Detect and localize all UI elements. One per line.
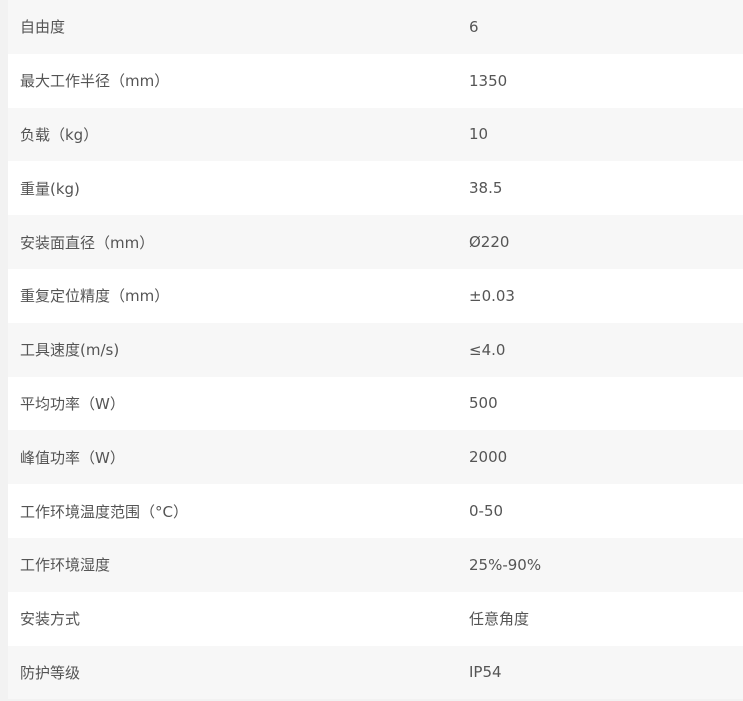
spec-label: 最大工作半径（mm） bbox=[20, 72, 170, 91]
spec-row: 负载（kg） 10 bbox=[8, 107, 743, 162]
spec-label: 安装方式 bbox=[20, 610, 81, 629]
spec-value: ±0.03 bbox=[469, 286, 515, 305]
spec-label: 负载（kg） bbox=[20, 125, 99, 144]
spec-row: 安装方式 任意角度 bbox=[8, 591, 743, 646]
spec-value: 6 bbox=[469, 17, 479, 36]
spec-label: 重复定位精度（mm） bbox=[20, 287, 170, 306]
spec-row: 平均功率（W） 500 bbox=[8, 376, 743, 431]
spec-label: 防护等级 bbox=[20, 663, 81, 682]
spec-label: 工具速度(m/s) bbox=[20, 341, 120, 360]
spec-row: 工作环境温度范围（°C） 0-50 bbox=[8, 484, 743, 538]
spec-label: 工作环境温度范围（°C） bbox=[20, 502, 188, 521]
spec-value: 1350 bbox=[469, 71, 508, 90]
spec-label: 重量(kg) bbox=[20, 179, 80, 198]
spec-value: IP54 bbox=[469, 663, 502, 682]
spec-row: 工具速度(m/s) ≤4.0 bbox=[8, 322, 743, 377]
spec-label: 安装面直径（mm） bbox=[20, 233, 155, 252]
spec-row: 工作环境湿度 25%-90% bbox=[8, 537, 743, 592]
spec-row: 重量(kg) 38.5 bbox=[8, 161, 743, 216]
spec-value: 任意角度 bbox=[469, 610, 530, 629]
spec-value: 10 bbox=[469, 125, 489, 144]
spec-table: 自由度 6 最大工作半径（mm） 1350 负载（kg） 10 重量(kg) 3… bbox=[8, 0, 743, 700]
spec-value: 38.5 bbox=[469, 179, 503, 198]
spec-value: 500 bbox=[469, 394, 498, 413]
spec-value: 25%-90% bbox=[469, 555, 542, 574]
spec-label: 峰值功率（W） bbox=[20, 448, 125, 467]
spec-label: 平均功率（W） bbox=[20, 394, 125, 413]
spec-row: 最大工作半径（mm） 1350 bbox=[8, 53, 743, 108]
spec-value: 2000 bbox=[469, 448, 508, 467]
spec-value: Ø220 bbox=[469, 233, 510, 252]
spec-value: ≤4.0 bbox=[469, 340, 506, 359]
spec-row: 自由度 6 bbox=[8, 0, 743, 54]
spec-row: 安装面直径（mm） Ø220 bbox=[8, 215, 743, 269]
spec-row: 重复定位精度（mm） ±0.03 bbox=[8, 268, 743, 323]
spec-label: 自由度 bbox=[20, 18, 66, 37]
spec-value: 0-50 bbox=[469, 502, 504, 521]
spec-row: 峰值功率（W） 2000 bbox=[8, 430, 743, 485]
page: 自由度 6 最大工作半径（mm） 1350 负载（kg） 10 重量(kg) 3… bbox=[0, 0, 743, 701]
spec-row: 防护等级 IP54 bbox=[8, 645, 743, 700]
spec-label: 工作环境湿度 bbox=[20, 556, 111, 575]
